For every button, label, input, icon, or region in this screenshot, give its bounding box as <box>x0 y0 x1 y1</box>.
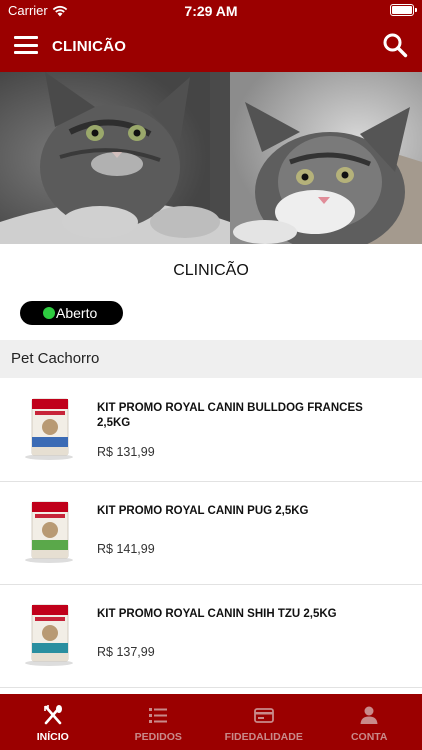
product-image <box>25 604 73 666</box>
product-name: KIT PROMO ROYAL CANIN BULLDOG FRANCES 2,… <box>97 402 363 429</box>
tab-label: INÍCIO <box>36 731 69 743</box>
kittens-photo <box>0 72 422 244</box>
tab-label: PEDIDOS <box>134 731 182 743</box>
product-name: KIT PROMO ROYAL CANIN PUG 2,5KG <box>97 505 309 517</box>
product-item[interactable]: KIT PROMO ROYAL CANIN PUG 2,5KG R$ 141,99 <box>0 482 422 585</box>
tab-pedidos[interactable]: PEDIDOS <box>106 694 212 750</box>
status-bar: Carrier 7:29 AM <box>0 0 422 22</box>
list-icon <box>149 708 168 723</box>
open-indicator-icon <box>43 307 55 319</box>
status-badge: Aberto <box>20 301 123 325</box>
app-header: Carrier 7:29 AM CLINICÃO <box>0 0 422 72</box>
product-item[interactable]: KIT PROMO ROYAL CANIN SHIH TZU 2,5KG R$ 1… <box>0 585 422 688</box>
product-price: R$ 131,99 <box>97 445 155 459</box>
tab-label: FIDEDALIDADE <box>224 731 303 743</box>
store-banner-image <box>0 72 422 244</box>
tab-bar: INÍCIO PEDIDOS FIDEDALIDADE CONTA <box>0 694 422 750</box>
tab-fidelidade[interactable]: FIDEDALIDADE <box>211 694 317 750</box>
tab-conta[interactable]: CONTA <box>317 694 422 750</box>
product-image <box>25 501 73 563</box>
loyalty-card-icon <box>253 708 274 723</box>
menu-button[interactable] <box>14 36 38 54</box>
category-header: Pet Cachorro <box>0 340 422 378</box>
user-icon <box>360 706 378 724</box>
status-label: Aberto <box>56 305 98 321</box>
nav-bar: CLINICÃO <box>0 22 422 70</box>
product-item[interactable]: KIT PROMO ROYAL CANIN BULLDOG FRANCES 2,… <box>0 379 422 482</box>
battery-icon <box>390 4 417 16</box>
product-image <box>25 398 73 460</box>
cutlery-icon <box>43 705 62 725</box>
page-title: CLINICÃO <box>52 38 127 55</box>
tab-inicio[interactable]: INÍCIO <box>0 694 106 750</box>
product-price: R$ 141,99 <box>97 542 155 556</box>
product-price: R$ 137,99 <box>97 645 155 659</box>
store-name: CLINICÃO <box>173 262 249 279</box>
tab-label: CONTA <box>350 731 388 743</box>
product-name: KIT PROMO ROYAL CANIN SHIH TZU 2,5KG <box>97 608 337 620</box>
search-icon[interactable] <box>382 32 408 58</box>
status-time: 7:29 AM <box>184 3 238 19</box>
